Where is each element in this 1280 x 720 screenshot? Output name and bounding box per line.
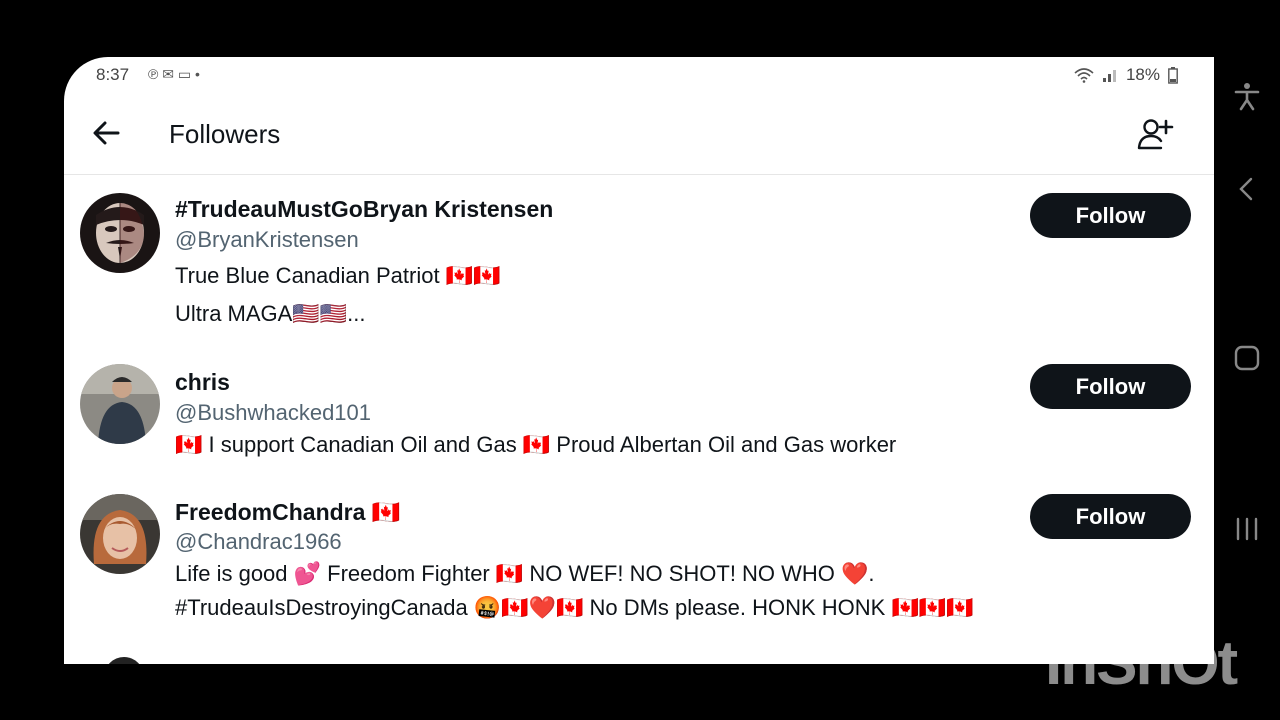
next-avatar-edge [104, 657, 144, 664]
follow-button[interactable]: Follow [1030, 494, 1191, 539]
follower-row[interactable]: chris @Bushwhacked101 🇨🇦 I support Canad… [64, 364, 1214, 464]
follower-row[interactable]: FreedomChandra 🇨🇦 @Chandrac1966 Life is … [64, 494, 1214, 624]
avatar[interactable] [80, 193, 160, 273]
accessibility-icon[interactable] [1232, 81, 1262, 111]
follower-row[interactable]: #TrudeauMustGoBryan Kristensen @BryanKri… [64, 191, 1214, 351]
avatar[interactable] [80, 494, 160, 574]
status-time: 8:37 [96, 65, 130, 84]
display-name: chris [175, 369, 230, 395]
status-bar: 8:37 ℗ ✉ ▭ • 18% [64, 57, 1214, 93]
follow-button[interactable]: Follow [1030, 364, 1191, 409]
back-arrow-icon[interactable] [88, 115, 124, 151]
user-handle: @Chandrac1966 [175, 529, 342, 554]
bio-line: 🇨🇦 I support Canadian Oil and Gas 🇨🇦 Pro… [175, 432, 897, 457]
battery-icon [1168, 66, 1178, 84]
back-nav-icon[interactable] [1232, 174, 1262, 204]
signal-icon [1102, 70, 1116, 82]
display-name: #TrudeauMustGoBryan Kristensen [175, 196, 554, 222]
battery-percent: 18% [1125, 65, 1160, 84]
followers-header: Followers [64, 93, 1214, 175]
wifi-icon [1074, 68, 1094, 83]
avatar[interactable] [80, 364, 160, 444]
display-name: FreedomChandra 🇨🇦 [175, 499, 401, 525]
user-handle: @BryanKristensen [175, 227, 359, 252]
user-handle: @Bushwhacked101 [175, 400, 372, 425]
bio-line: Life is good 💕 Freedom Fighter 🇨🇦 NO WEF… [175, 561, 875, 586]
bio-line: True Blue Canadian Patriot 🇨🇦🇨🇦 [175, 263, 501, 288]
page-title: Followers [169, 119, 281, 149]
inshot-watermark: InShOt [1045, 629, 1238, 698]
bio-line: Ultra MAGA🇺🇸🇺🇸... [175, 301, 366, 326]
system-nav-bar [1214, 57, 1280, 664]
follow-button[interactable]: Follow [1030, 193, 1191, 238]
recent-apps-icon[interactable] [1232, 514, 1262, 544]
notification-icons: ℗ ✉ ▭ • [148, 66, 200, 82]
home-nav-icon[interactable] [1232, 343, 1262, 373]
add-user-icon[interactable] [1136, 115, 1174, 153]
bio-line: #TrudeauIsDestroyingCanada 🤬🇨🇦❤️🇨🇦 No DM… [175, 595, 974, 620]
phone-screen: 8:37 ℗ ✉ ▭ • 18% Followers #TrudeauMustG… [64, 57, 1214, 664]
